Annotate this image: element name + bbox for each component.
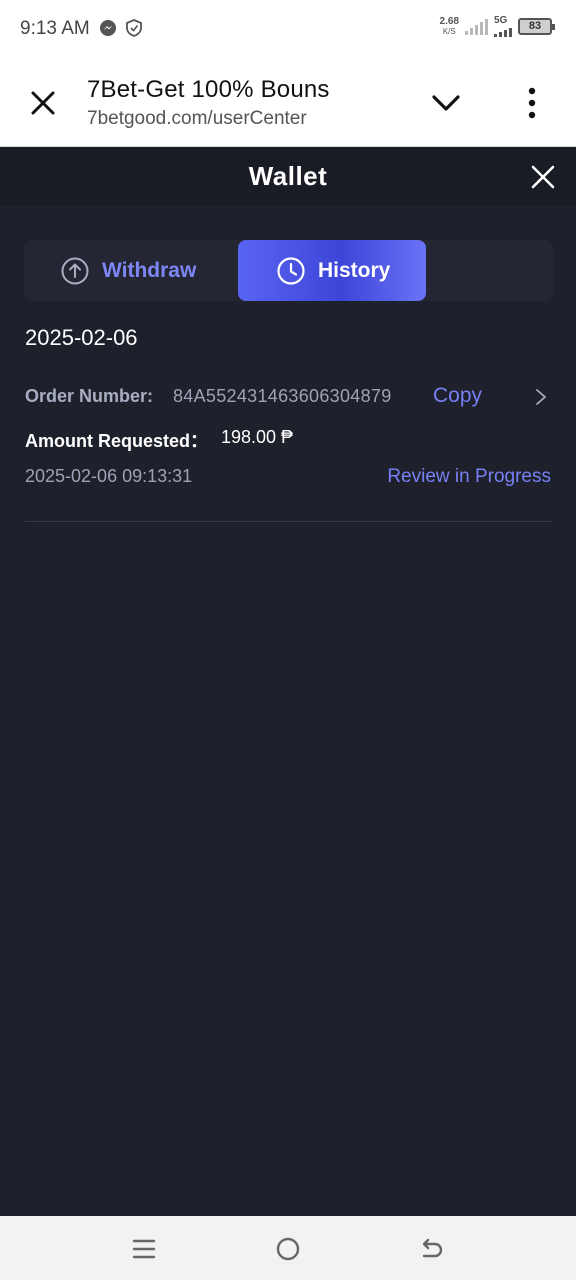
net-speed: 2.68 K/S — [439, 15, 459, 37]
chevron-right-icon[interactable] — [534, 387, 548, 407]
status-right-icons: 2.68 K/S 5G 83 — [439, 15, 555, 37]
home-icon[interactable] — [275, 1236, 301, 1262]
status-bar: 9:13 AM 2.68 K/S 5G 83 — [0, 0, 576, 58]
status-notification-icons — [99, 19, 143, 37]
signal-strong-icon — [494, 27, 512, 37]
shield-icon — [126, 19, 142, 37]
entry-status: Review in Progress — [387, 466, 551, 487]
net-speed-value: 2.68 — [439, 15, 459, 27]
history-date-heading: 2025-02-06 — [25, 325, 138, 350]
wallet-header: Wallet — [0, 148, 576, 206]
network-type: 5G — [494, 15, 508, 26]
amount-requested-value: 198.00 ₱ — [221, 427, 294, 447]
net-speed-unit: K/S — [442, 26, 456, 36]
order-number-value: 84A552431463606304879 — [173, 386, 392, 406]
order-number-label: Order Number: — [25, 386, 154, 406]
screen: 9:13 AM 2.68 K/S 5G 83 7Bet-Get 100% Bou… — [0, 0, 576, 1280]
arrow-up-circle-icon — [61, 257, 89, 284]
page-title-block: 7Bet-Get 100% Bouns 7betgood.com/userCen… — [87, 76, 330, 130]
copy-button[interactable]: Copy — [433, 384, 482, 408]
battery-icon: 83 — [518, 18, 555, 35]
status-time: 9:13 AM — [20, 18, 90, 39]
tab-withdraw[interactable]: Withdraw — [60, 240, 196, 301]
amount-requested-label: Amount Requested： — [25, 431, 209, 451]
wallet-title: Wallet — [248, 161, 328, 191]
network-indicator: 5G — [494, 16, 512, 37]
back-icon[interactable] — [419, 1236, 445, 1262]
more-vertical-icon[interactable] — [522, 86, 542, 120]
menu-icon[interactable] — [131, 1236, 157, 1262]
wallet-close-icon[interactable] — [530, 164, 556, 190]
wallet-tabs: Withdraw History — [24, 240, 553, 301]
page-url: 7betgood.com/userCenter — [87, 108, 307, 129]
page-title: 7Bet-Get 100% Bouns — [87, 76, 330, 103]
entry-divider — [25, 521, 552, 522]
browser-toolbar: 7Bet-Get 100% Bouns 7betgood.com/userCen… — [0, 58, 576, 147]
clock-icon — [277, 256, 305, 285]
signal-icon — [465, 18, 488, 35]
entry-timestamp: 2025-02-06 09:13:31 — [25, 466, 193, 486]
chevron-down-icon[interactable] — [430, 92, 462, 114]
tab-withdraw-label: Withdraw — [102, 258, 197, 282]
tab-history-label: History — [318, 258, 391, 282]
messenger-icon — [100, 20, 116, 36]
close-icon[interactable] — [28, 88, 58, 118]
system-nav-bar — [0, 1216, 576, 1280]
tab-history[interactable]: History — [238, 240, 426, 301]
